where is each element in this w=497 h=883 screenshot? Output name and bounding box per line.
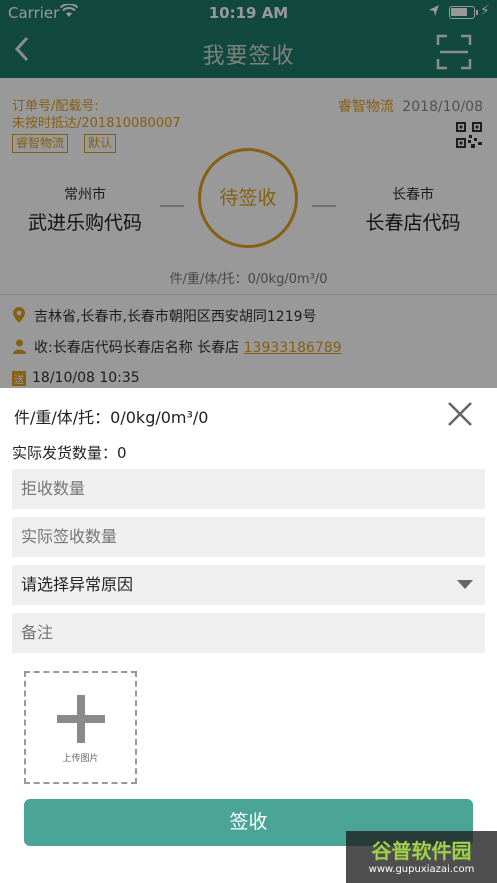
- upload-label: 上传图片: [62, 754, 99, 764]
- watermark-url: www.gupuxiazai.com: [368, 864, 475, 875]
- watermark: 谷普软件园 www.gupuxiazai.com: [346, 831, 497, 883]
- plus-icon: [57, 695, 105, 743]
- watermark-title: 谷普软件园: [371, 839, 472, 863]
- sheet-cargo-summary: 件/重/体/托：0/0kg/0m³/0: [14, 408, 209, 427]
- modal-overlay[interactable]: [0, 0, 497, 390]
- sign-sheet: 件/重/体/托：0/0kg/0m³/0 实际发货数量：0 请选择异常原因 上传图…: [0, 388, 497, 883]
- ship-quantity: 实际发货数量：0: [12, 444, 127, 462]
- actual-quantity-input[interactable]: [12, 517, 485, 557]
- upload-image-button[interactable]: 上传图片: [24, 671, 137, 784]
- exception-reason-value: 请选择异常原因: [21, 575, 134, 594]
- remark-input[interactable]: [12, 613, 485, 653]
- reject-quantity-input[interactable]: [12, 469, 485, 509]
- dropdown-caret-icon: [457, 580, 473, 589]
- close-icon[interactable]: [446, 400, 474, 428]
- exception-reason-select[interactable]: 请选择异常原因: [12, 565, 485, 605]
